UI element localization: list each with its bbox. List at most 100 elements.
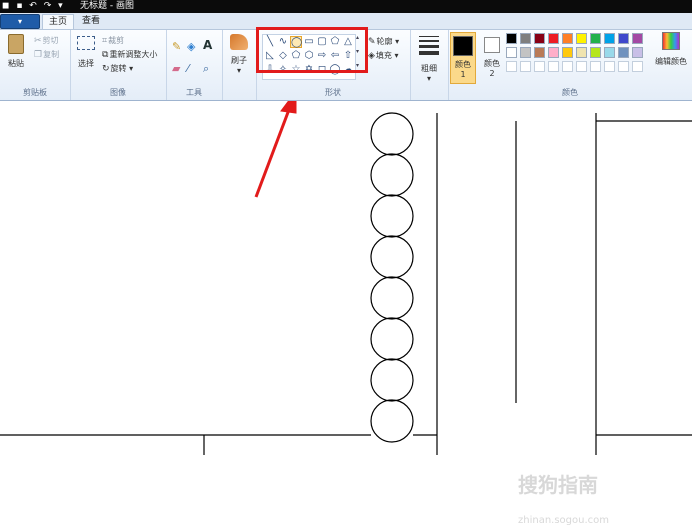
drawn-circle (370, 399, 414, 443)
palette-swatch[interactable] (534, 47, 545, 58)
color2-button[interactable]: 颜色 2 (480, 32, 504, 79)
crop-icon: ⌗ (102, 36, 108, 46)
drawn-circle (370, 153, 414, 197)
drawn-circle (370, 112, 414, 156)
drawn-circle (370, 317, 414, 361)
drawn-circle (370, 358, 414, 402)
edit-colors-button[interactable]: 编辑颜色 (652, 32, 690, 67)
fill-icon: ◈ (368, 51, 375, 61)
palette-swatch[interactable] (576, 61, 587, 72)
palette-swatch[interactable] (506, 61, 517, 72)
drawing-canvas[interactable]: 搜狗指南 zhinan.sogou.com (0, 101, 692, 526)
palette-swatch[interactable] (604, 33, 615, 44)
select-button[interactable]: 选择 (74, 36, 98, 69)
palette-swatch[interactable] (548, 61, 559, 72)
palette-swatch[interactable] (548, 33, 559, 44)
palette-swatch[interactable] (520, 47, 531, 58)
drawn-circle (370, 276, 414, 320)
image-group-label: 图像 (110, 88, 126, 97)
color1-swatch (453, 36, 473, 56)
palette-swatch[interactable] (632, 47, 643, 58)
palette-swatch[interactable] (590, 61, 601, 72)
scissors-icon: ✂ (34, 36, 42, 46)
rotate-icon: ↻ (102, 64, 110, 74)
color2-swatch (484, 37, 500, 53)
color-picker-icon[interactable]: ⁄ (187, 62, 189, 75)
watermark-url: zhinan.sogou.com (518, 515, 610, 526)
red-arrow-head (280, 101, 297, 114)
tab-home[interactable]: 主页 (42, 14, 75, 29)
palette-swatch[interactable] (534, 61, 545, 72)
rotate-button[interactable]: ↻旋转 ▾ (102, 63, 133, 74)
tools-group: ✎ ◈ A ▰ ⁄ ⌕ 工具 (166, 30, 223, 100)
clipboard-group-label: 剪贴板 (23, 88, 47, 97)
clipboard-icon (8, 34, 24, 54)
circle-column (370, 112, 414, 443)
palette-swatch[interactable] (576, 33, 587, 44)
quick-access-toolbar[interactable]: ◼ ▪ ↶ ↷ ▾ (2, 1, 65, 11)
palette-swatch[interactable] (604, 47, 615, 58)
copy-button[interactable]: ❐复制 (34, 49, 59, 60)
palette-swatch[interactable] (548, 47, 559, 58)
select-rectangle-icon (77, 36, 95, 50)
palette-swatch[interactable] (562, 61, 573, 72)
palette-swatch[interactable] (576, 47, 587, 58)
colors-group: 颜色 1 颜色 2 编辑颜色 颜色 (448, 30, 692, 100)
file-menu-button[interactable]: ▾ (0, 14, 40, 29)
palette-swatch[interactable] (506, 33, 517, 44)
cut-button[interactable]: ✂剪切 (34, 35, 59, 46)
palette-swatch[interactable] (632, 33, 643, 44)
palette-swatch[interactable] (562, 47, 573, 58)
color-wheel-icon (662, 32, 680, 50)
fill-button[interactable]: ◈填充 ▾ (368, 50, 398, 61)
line-width-icon (419, 36, 439, 55)
size-button[interactable]: 粗细 ▾ (416, 36, 442, 83)
text-icon[interactable]: A (203, 38, 212, 52)
palette-swatch[interactable] (618, 61, 629, 72)
brushes-group: 刷子 ▾ (222, 30, 257, 100)
outline-button[interactable]: ✎轮廓 ▾ (368, 36, 399, 47)
tools-group-label: 工具 (186, 88, 202, 97)
palette-swatch[interactable] (520, 33, 531, 44)
resize-icon: ⧉ (102, 50, 109, 60)
highlight-box (256, 27, 368, 73)
palette-swatch[interactable] (506, 47, 517, 58)
palette-swatch[interactable] (618, 33, 629, 44)
canvas-drawing (0, 101, 692, 455)
eraser-icon[interactable]: ▰ (172, 62, 180, 75)
red-arrow (254, 101, 297, 198)
shapes-group-label: 形状 (325, 88, 341, 97)
pencil-icon[interactable]: ✎ (172, 40, 181, 53)
brushes-button[interactable]: 刷子 ▾ (226, 34, 252, 75)
palette-swatch[interactable] (562, 33, 573, 44)
palette-swatch[interactable] (590, 47, 601, 58)
copy-icon: ❐ (34, 50, 43, 60)
color1-button[interactable]: 颜色 1 (450, 32, 476, 84)
palette-swatch[interactable] (534, 33, 545, 44)
clipboard-group: 粘贴 ✂剪切 ❐复制 剪贴板 (0, 30, 71, 100)
tab-view[interactable]: 查看 (76, 14, 106, 28)
drawn-circle (370, 194, 414, 238)
watermark-logo: 搜狗指南 (518, 473, 598, 497)
crop-button[interactable]: ⌗裁剪 (102, 35, 124, 46)
resize-button[interactable]: ⧉重新调整大小 (102, 49, 157, 60)
window-title: 无标题 - 画图 (80, 1, 134, 11)
palette-swatch[interactable] (590, 33, 601, 44)
paste-button[interactable]: 粘贴 (4, 34, 28, 69)
fill-bucket-icon[interactable]: ◈ (187, 40, 195, 53)
palette-swatch[interactable] (618, 47, 629, 58)
colors-group-label: 颜色 (562, 88, 578, 97)
palette-swatch[interactable] (604, 61, 615, 72)
brush-icon (230, 34, 248, 50)
palette-swatch[interactable] (632, 61, 643, 72)
size-group: 粗细 ▾ (410, 30, 449, 100)
outline-icon: ✎ (368, 37, 376, 47)
image-group: 选择 ⌗裁剪 ⧉重新调整大小 ↻旋转 ▾ 图像 (70, 30, 167, 100)
color-palette (506, 33, 650, 77)
palette-swatch[interactable] (520, 61, 531, 72)
magnifier-icon[interactable]: ⌕ (203, 62, 209, 76)
drawn-lines (0, 113, 692, 455)
red-arrow-shaft (254, 106, 292, 198)
drawn-circle (370, 235, 414, 279)
title-bar: ◼ ▪ ↶ ↷ ▾ 无标题 - 画图 (0, 0, 692, 13)
